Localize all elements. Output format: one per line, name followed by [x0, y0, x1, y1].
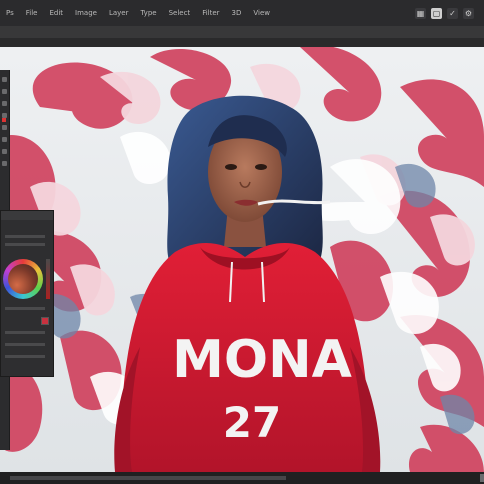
color-wheel-center[interactable]	[8, 264, 38, 294]
right-eye	[255, 164, 267, 170]
panel-row	[5, 343, 45, 346]
color-panel-subheader	[1, 223, 53, 230]
lasso-tool-icon[interactable]	[2, 101, 7, 106]
grid-icon[interactable]: ▦	[415, 7, 426, 19]
menu-ps-logo[interactable]: Ps	[6, 9, 14, 17]
artwork-svg: MONA 27	[0, 47, 484, 472]
canvas-artwork[interactable]: MONA 27	[0, 47, 484, 472]
check-icon[interactable]: ✓	[447, 7, 458, 19]
color-wheel[interactable]	[3, 259, 43, 299]
color-panel-title[interactable]	[1, 211, 53, 220]
marquee-tool-icon[interactable]	[2, 89, 7, 94]
status-bar	[0, 472, 484, 484]
menu-edit[interactable]: Edit	[49, 9, 63, 17]
left-eye	[225, 164, 237, 170]
document-tabs	[0, 38, 484, 47]
menu-type[interactable]: Type	[141, 9, 157, 17]
options-bar	[0, 26, 484, 38]
foreground-color-chip[interactable]	[2, 118, 6, 122]
panel-row	[5, 355, 45, 358]
color-panel	[0, 210, 54, 377]
menu-filter[interactable]: Filter	[202, 9, 219, 17]
current-color-swatch[interactable]	[41, 317, 49, 325]
horizontal-scrollbar[interactable]	[10, 476, 286, 480]
panel-row	[5, 331, 45, 334]
panel-row	[5, 243, 45, 246]
panel-row	[5, 235, 45, 238]
settings-icon[interactable]: ⚙	[463, 7, 474, 19]
menu-view[interactable]: View	[253, 9, 270, 17]
zoom-tool-icon[interactable]	[2, 149, 7, 154]
window-tools: ▦ ▢ ✓ ⚙	[415, 7, 474, 19]
hoodie-text: MONA	[172, 330, 352, 390]
menu-bar: Ps File Edit Image Layer Type Select Fil…	[0, 0, 484, 26]
scroll-caret[interactable]	[480, 474, 484, 482]
menu-layer[interactable]: Layer	[109, 9, 129, 17]
brightness-slider[interactable]	[46, 259, 50, 299]
app-window: Ps File Edit Image Layer Type Select Fil…	[0, 0, 484, 484]
frame-icon[interactable]: ▢	[431, 7, 442, 19]
eraser-tool-icon[interactable]	[2, 125, 7, 130]
hand-tool-icon[interactable]	[2, 161, 7, 166]
menu-file[interactable]: File	[26, 9, 38, 17]
hoodie-number: 27	[223, 398, 281, 447]
menu-select[interactable]: Select	[169, 9, 191, 17]
menu-3d[interactable]: 3D	[232, 9, 242, 17]
menu-image[interactable]: Image	[75, 9, 97, 17]
text-tool-icon[interactable]	[2, 137, 7, 142]
move-tool-icon[interactable]	[2, 77, 7, 82]
panel-row	[5, 307, 45, 310]
